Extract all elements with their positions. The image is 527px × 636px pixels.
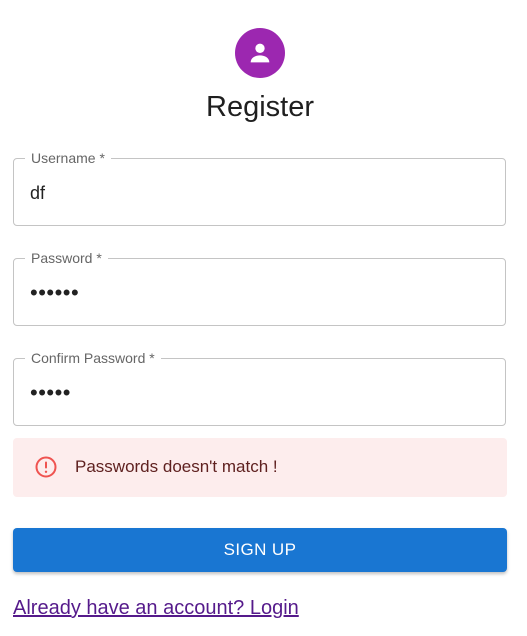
username-field[interactable]: Username *: [13, 150, 506, 226]
page-title: Register: [206, 91, 314, 123]
avatar: [235, 28, 285, 78]
confirm-password-input[interactable]: [30, 379, 490, 407]
alert-message: Passwords doesn't match !: [75, 457, 278, 476]
username-label: Username *: [25, 150, 111, 166]
confirm-password-label: Confirm Password *: [25, 350, 161, 366]
error-outline-icon: [35, 456, 57, 478]
confirm-password-field[interactable]: Confirm Password *: [13, 350, 506, 426]
password-label: Password *: [25, 250, 108, 266]
sign-up-button[interactable]: SIGN UP: [13, 528, 507, 572]
password-input[interactable]: [30, 279, 490, 307]
password-field[interactable]: Password *: [13, 250, 506, 326]
person-icon: [250, 43, 270, 63]
login-link[interactable]: Already have an account? Login: [13, 596, 299, 620]
error-alert: Passwords doesn't match !: [13, 438, 507, 497]
username-input[interactable]: [30, 179, 490, 207]
register-page: Register Username * Password * Confirm P…: [0, 0, 527, 636]
